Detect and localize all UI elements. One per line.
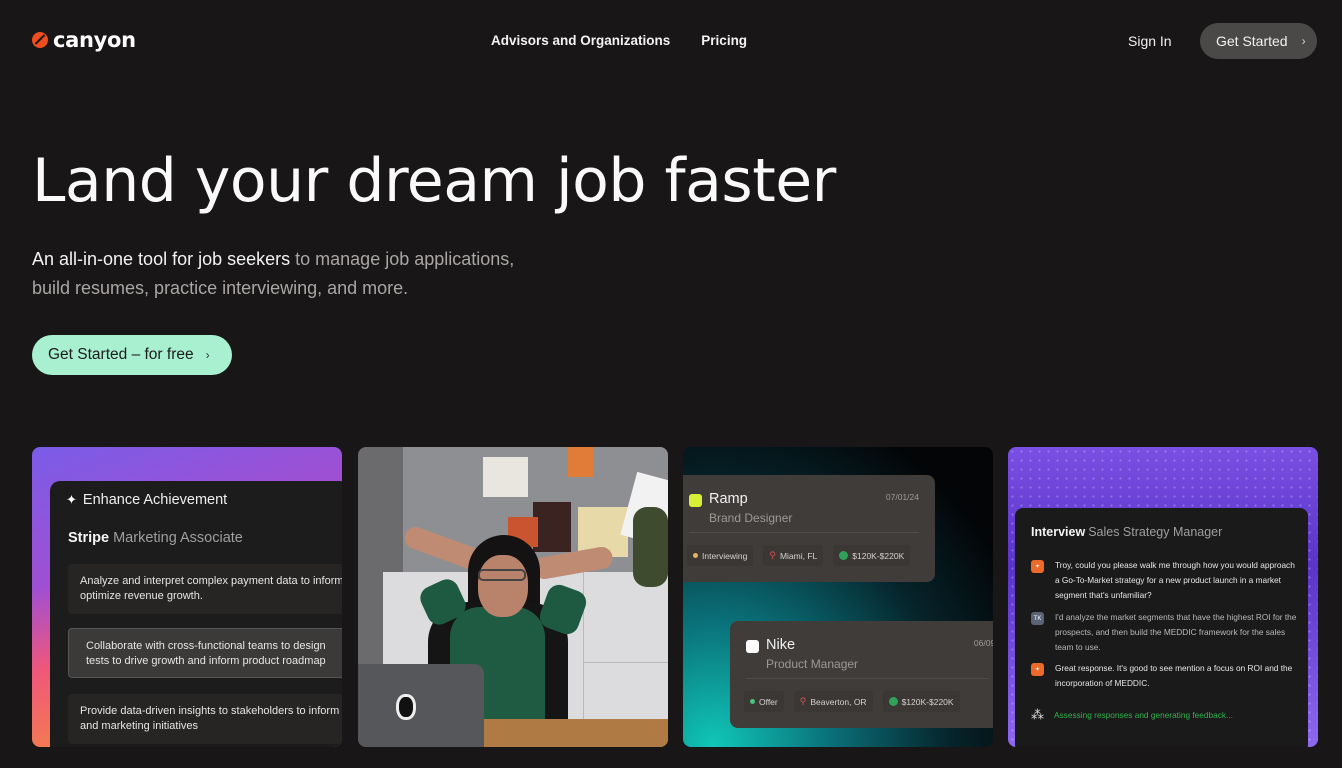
canyon-logo-icon: [32, 32, 48, 48]
achievement-line: optimize revenue growth.: [80, 589, 203, 602]
chat-message: ✦ Great response. It's good to see menti…: [1031, 661, 1301, 691]
achievement-line: Collaborate with cross-functional teams …: [86, 640, 326, 652]
laptop-sticker-icon: [396, 694, 416, 720]
hero-subtitle: An all-in-one tool for job seekers to ma…: [32, 245, 532, 303]
map-pin-icon: ⚲: [769, 550, 776, 560]
ai-avatar-icon: ✦: [1031, 663, 1044, 676]
status-label: Interviewing: [702, 550, 748, 561]
feedback-status: ⁂ Assessing responses and generating fee…: [1031, 707, 1233, 723]
status-text: Assessing responses and generating feedb…: [1054, 710, 1233, 720]
nike-logo-icon: [746, 640, 759, 653]
map-pin-icon: ⚲: [799, 696, 807, 706]
enhance-header-label: Enhance Achievement: [82, 492, 228, 508]
interview-panel: Interview Sales Strategy Manager ✦ Troy, …: [1015, 508, 1308, 747]
enhance-job-title: Marketing Associate: [113, 530, 243, 546]
vase: [633, 507, 668, 587]
job-card[interactable]: Ramp Brand Designer 07/01/24 Interviewin…: [683, 475, 935, 582]
status-label: Offer: [759, 696, 778, 707]
enhance-header: ✦ Enhance Achievement: [66, 492, 227, 508]
hero-subtitle-highlight: An all-in-one tool for job seekers: [32, 249, 291, 269]
message-text: I'd analyze the market segments that hav…: [1055, 612, 1297, 652]
ramp-logo-icon: [689, 494, 702, 507]
status-dot-icon: [750, 699, 755, 704]
laptop: [358, 664, 484, 747]
feature-card-enhance-achievement: ✦ Enhance Achievement Stripe Marketing As…: [32, 447, 342, 747]
message-text: Great response. It's good to see mention…: [1055, 663, 1293, 688]
sparkle-icon: ✦: [66, 492, 77, 507]
salary-badge: $120K-$220K: [882, 691, 960, 712]
interview-label: Interview: [1031, 525, 1086, 539]
nav-link-pricing[interactable]: Pricing: [701, 33, 747, 48]
achievement-line: Analyze and interpret complex payment da…: [80, 575, 342, 587]
feature-card-job-tracker: Ramp Brand Designer 07/01/24 Interviewin…: [683, 447, 993, 747]
top-nav: canyon Advisors and Organizations Pricin…: [0, 0, 1342, 82]
loading-spinner-icon: ⁂: [1031, 707, 1044, 722]
enhance-role: Stripe Marketing Associate: [68, 530, 243, 546]
feature-card-photo: [358, 447, 668, 747]
location-badge: ⚲ Beaverton, OR: [793, 691, 873, 712]
get-started-free-button[interactable]: Get Started – for free ›: [32, 335, 232, 375]
enhance-panel: ✦ Enhance Achievement Stripe Marketing As…: [50, 481, 342, 747]
brand-name: canyon: [53, 28, 136, 52]
chevron-right-icon: ›: [205, 348, 210, 362]
ai-avatar-icon: ✦: [1031, 560, 1044, 573]
job-title: Brand Designer: [709, 511, 793, 525]
achievement-item[interactable]: Analyze and interpret complex payment da…: [68, 564, 342, 614]
moodboard-pin: [483, 457, 528, 497]
cabinet-seam: [583, 662, 668, 663]
message-text: Troy, could you please walk me through h…: [1055, 560, 1295, 600]
salary-label: $120K-$220K: [901, 696, 954, 707]
interview-header: Interview Sales Strategy Manager: [1031, 525, 1222, 539]
chevron-right-icon: ›: [1301, 34, 1306, 48]
desk: [484, 719, 668, 747]
status-badge: Offer: [744, 691, 784, 712]
divider: [746, 678, 989, 679]
job-company: Nike: [766, 637, 796, 653]
money-icon: [839, 551, 849, 560]
get-started-free-label: Get Started – for free: [48, 346, 194, 363]
nav-link-advisors[interactable]: Advisors and Organizations: [491, 33, 670, 48]
location-badge: ⚲ Miami, FL: [763, 545, 824, 566]
chat-message: ✦ Troy, could you please walk me through…: [1031, 558, 1301, 603]
status-dot-icon: [693, 553, 698, 558]
achievement-line: and marketing initiatives: [80, 719, 199, 732]
chat-message: TK I'd analyze the market segments that …: [1031, 610, 1301, 655]
location-label: Beaverton, OR: [810, 696, 867, 707]
moodboard-pin: [568, 447, 593, 477]
feature-card-interview: Interview Sales Strategy Manager ✦ Troy, …: [1008, 447, 1318, 747]
hero-title: Land your dream job faster: [32, 146, 836, 216]
interview-role: Sales Strategy Manager: [1088, 525, 1223, 539]
achievement-line: Provide data-driven insights to stakehol…: [80, 705, 340, 717]
achievement-line: tests to drive growth and inform product…: [86, 654, 326, 667]
enhance-company: Stripe: [68, 530, 110, 546]
location-label: Miami, FL: [779, 550, 818, 561]
job-card[interactable]: Nike Product Manager 06/09/24 Offer ⚲Bea…: [730, 621, 993, 728]
job-tags: Interviewing ⚲ Miami, FL $120K-$220K: [687, 545, 911, 566]
status-badge: Interviewing: [687, 545, 754, 566]
user-avatar: TK: [1031, 612, 1044, 625]
job-date: 07/01/24: [885, 492, 919, 502]
achievement-item-selected[interactable]: Collaborate with cross-functional teams …: [68, 628, 342, 678]
glasses: [478, 569, 526, 581]
get-started-button[interactable]: Get Started ›: [1200, 23, 1317, 59]
salary-label: $120K-$220K: [852, 550, 905, 561]
job-tags: Offer ⚲ Beaverton, OR $120K-$220K: [744, 691, 960, 712]
divider: [689, 532, 919, 533]
moodboard-pin: [533, 502, 571, 552]
job-title: Product Manager: [766, 657, 859, 671]
job-date: 06/09/24: [973, 638, 993, 648]
salary-badge: $120K-$220K: [833, 545, 911, 566]
money-icon: [888, 697, 898, 706]
achievement-item[interactable]: Provide data-driven insights to stakehol…: [68, 694, 342, 744]
brand-logo[interactable]: canyon: [32, 28, 136, 52]
person-face: [478, 555, 528, 617]
nav-links: Advisors and Organizations Pricing: [491, 33, 747, 48]
sign-in-link[interactable]: Sign In: [1128, 33, 1172, 49]
get-started-label: Get Started: [1216, 33, 1288, 49]
job-company: Ramp: [709, 491, 748, 507]
